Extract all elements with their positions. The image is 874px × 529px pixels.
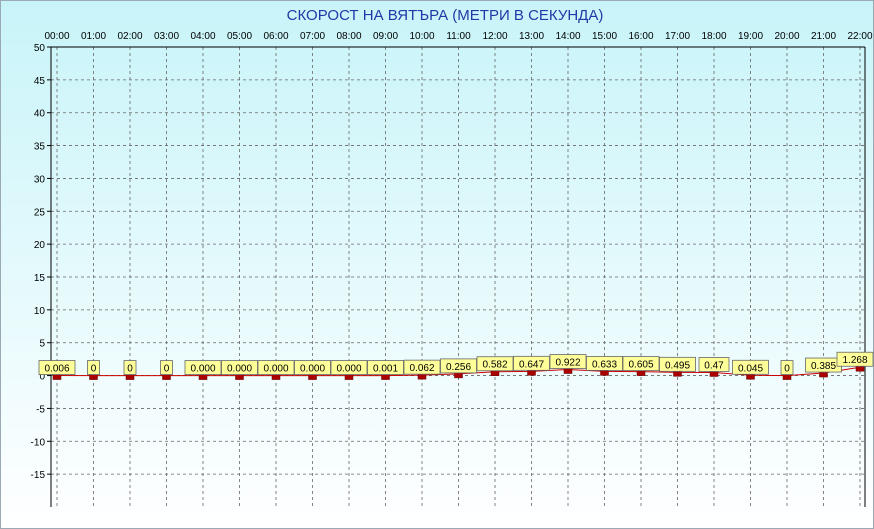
- data-point: [709, 371, 719, 377]
- data-point: [454, 372, 463, 379]
- data-label: 0.000: [336, 364, 361, 375]
- data-point: [381, 374, 390, 380]
- y-tick-label: 35: [34, 142, 46, 153]
- data-label: 0.000: [300, 364, 325, 375]
- data-label: 0.001: [373, 364, 398, 375]
- x-tick-label: 09:00: [373, 31, 398, 42]
- x-tick-label: 10:00: [409, 31, 434, 42]
- x-tick-label: 22:00: [847, 31, 872, 42]
- x-tick-label: 05:00: [227, 31, 252, 42]
- x-tick-label: 19:00: [738, 31, 763, 42]
- data-label: 0.000: [227, 364, 252, 375]
- y-tick-label: 25: [34, 207, 46, 218]
- data-label: 0.000: [190, 364, 215, 375]
- chart-background: [0, 0, 874, 529]
- data-label: 0: [784, 364, 790, 375]
- data-point: [527, 370, 536, 376]
- data-point: [563, 368, 573, 374]
- data-label: 0.605: [628, 360, 653, 371]
- data-point: [271, 374, 281, 380]
- data-point: [198, 374, 208, 380]
- chart-svg: СКОРОСТ НА ВЯТЪРА (МЕТРИ В СЕКУНДА) 5045…: [0, 0, 874, 529]
- x-tick-label: 06:00: [263, 31, 288, 42]
- data-label: 0: [164, 364, 170, 375]
- data-label: 0.256: [446, 362, 471, 373]
- x-tick-label: 01:00: [81, 31, 106, 42]
- y-tick-label: 15: [34, 273, 46, 284]
- data-label: 0: [91, 364, 97, 375]
- data-label: 0.045: [738, 363, 763, 374]
- data-point: [600, 370, 609, 376]
- data-point: [235, 374, 244, 380]
- data-point: [52, 374, 62, 380]
- data-label: 0.000: [263, 364, 288, 375]
- data-point: [308, 374, 317, 380]
- x-tick-label: 16:00: [628, 31, 653, 42]
- data-point: [125, 374, 135, 380]
- data-label: 0.47: [704, 360, 724, 371]
- x-tick-label: 12:00: [482, 31, 507, 42]
- data-point: [162, 374, 171, 380]
- data-label: 0.495: [665, 360, 690, 371]
- data-label: 0.633: [592, 359, 617, 370]
- data-label: 0.922: [555, 358, 580, 369]
- y-tick-label: -5: [36, 404, 45, 415]
- data-label: 0: [127, 364, 133, 375]
- x-tick-label: 11:00: [446, 31, 471, 42]
- data-label: 0.647: [519, 359, 544, 370]
- y-tick-label: 5: [39, 339, 45, 350]
- data-point: [819, 371, 828, 378]
- data-label: 0.385: [811, 361, 836, 372]
- data-point: [490, 370, 500, 376]
- data-label: 1.268: [842, 355, 867, 366]
- data-label: 0.062: [409, 363, 434, 374]
- x-tick-label: 17:00: [665, 31, 690, 42]
- x-tick-label: 15:00: [592, 31, 617, 42]
- y-tick-label: 30: [34, 174, 46, 185]
- y-tick-label: -10: [31, 437, 46, 448]
- y-tick-label: 45: [34, 76, 46, 87]
- y-tick-label: 10: [34, 306, 46, 317]
- wind-speed-chart: СКОРОСТ НА ВЯТЪРА (МЕТРИ В СЕКУНДА) 50 45…: [0, 0, 874, 529]
- y-tick-label: 40: [34, 109, 46, 120]
- x-tick-label: 02:00: [117, 31, 142, 42]
- x-tick-label: 04:00: [190, 31, 215, 42]
- x-tick-label: 21:00: [811, 31, 836, 42]
- data-point: [782, 374, 792, 380]
- x-tick-label: 08:00: [336, 31, 361, 42]
- chart-title: СКОРОСТ НА ВЯТЪРА (МЕТРИ В СЕКУНДА): [287, 7, 604, 24]
- y-tick-label: 20: [34, 240, 46, 251]
- data-point: [855, 365, 865, 372]
- x-tick-label: 00:00: [44, 31, 69, 42]
- x-tick-label: 03:00: [154, 31, 179, 42]
- data-point: [673, 371, 682, 377]
- data-point: [89, 374, 98, 380]
- x-tick-label: 18:00: [701, 31, 726, 42]
- data-point: [417, 373, 427, 380]
- x-tick-label: 20:00: [774, 31, 799, 42]
- x-tick-label: 14:00: [555, 31, 580, 42]
- data-point: [636, 370, 646, 376]
- data-label: 0.582: [482, 360, 507, 371]
- x-tick-label: 07:00: [300, 31, 325, 42]
- data-point: [344, 374, 354, 380]
- data-point: [746, 374, 755, 380]
- data-label: 0.006: [44, 364, 69, 375]
- y-tick-label: 50: [34, 43, 46, 54]
- y-tick-label: -15: [31, 470, 46, 481]
- x-tick-label: 13:00: [519, 31, 544, 42]
